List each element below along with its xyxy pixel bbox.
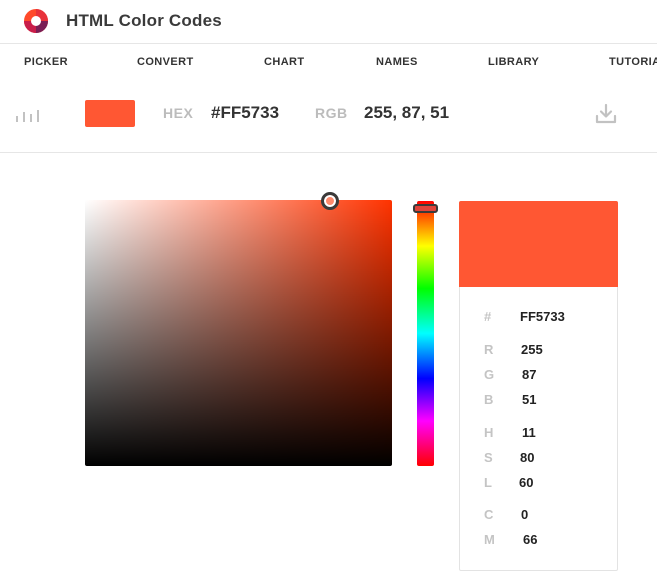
hex-key-label: # [484, 309, 492, 324]
color-wheel-logo-icon[interactable] [24, 9, 48, 33]
nav-item-library[interactable]: LIBRARY [488, 56, 539, 68]
main-nav: PICKER CONVERT CHART NAMES LIBRARY TUTOR… [0, 45, 657, 81]
nav-item-tutorials[interactable]: TUTORIA [609, 56, 657, 68]
nav-item-chart[interactable]: CHART [264, 56, 305, 68]
hex-value[interactable]: #FF5733 [211, 103, 279, 123]
blue-value[interactable]: 51 [522, 392, 536, 407]
color-picker-handle[interactable] [321, 192, 339, 210]
cyan-key-label: C [484, 507, 494, 522]
lightness-value[interactable]: 60 [519, 475, 533, 490]
cyan-value[interactable]: 0 [521, 507, 528, 522]
nav-item-picker[interactable]: PICKER [24, 56, 68, 68]
green-key-label: G [484, 367, 495, 382]
site-title[interactable]: HTML Color Codes [66, 11, 222, 31]
hue-slider[interactable] [417, 201, 434, 466]
magenta-value[interactable]: 66 [523, 532, 537, 547]
nav-item-names[interactable]: NAMES [376, 56, 418, 68]
current-color-swatch[interactable] [85, 100, 135, 127]
hue-key-label: H [484, 425, 494, 440]
nav-item-convert[interactable]: CONVERT [137, 56, 194, 68]
color-preview-swatch [459, 201, 618, 287]
color-summary-bar: HEX #FF5733 RGB 255, 87, 51 [0, 82, 657, 153]
saturation-brightness-area[interactable] [85, 200, 392, 466]
download-icon[interactable] [594, 102, 618, 126]
magenta-key-label: M [484, 532, 495, 547]
site-header: HTML Color Codes [0, 0, 657, 44]
saturation-key-label: S [484, 450, 493, 465]
red-key-label: R [484, 342, 494, 357]
rgb-label: RGB [315, 105, 348, 121]
blue-key-label: B [484, 392, 494, 407]
hex-label: HEX [163, 105, 194, 121]
red-value[interactable]: 255 [521, 342, 543, 357]
saturation-value[interactable]: 80 [520, 450, 534, 465]
rgb-value[interactable]: 255, 87, 51 [364, 103, 449, 123]
hue-slider-handle[interactable] [413, 204, 438, 213]
hex-detail-value[interactable]: FF5733 [520, 309, 565, 324]
lightness-key-label: L [484, 475, 492, 490]
green-value[interactable]: 87 [522, 367, 536, 382]
bar-chart-icon[interactable] [16, 106, 42, 122]
hue-value[interactable]: 11 [522, 425, 536, 440]
